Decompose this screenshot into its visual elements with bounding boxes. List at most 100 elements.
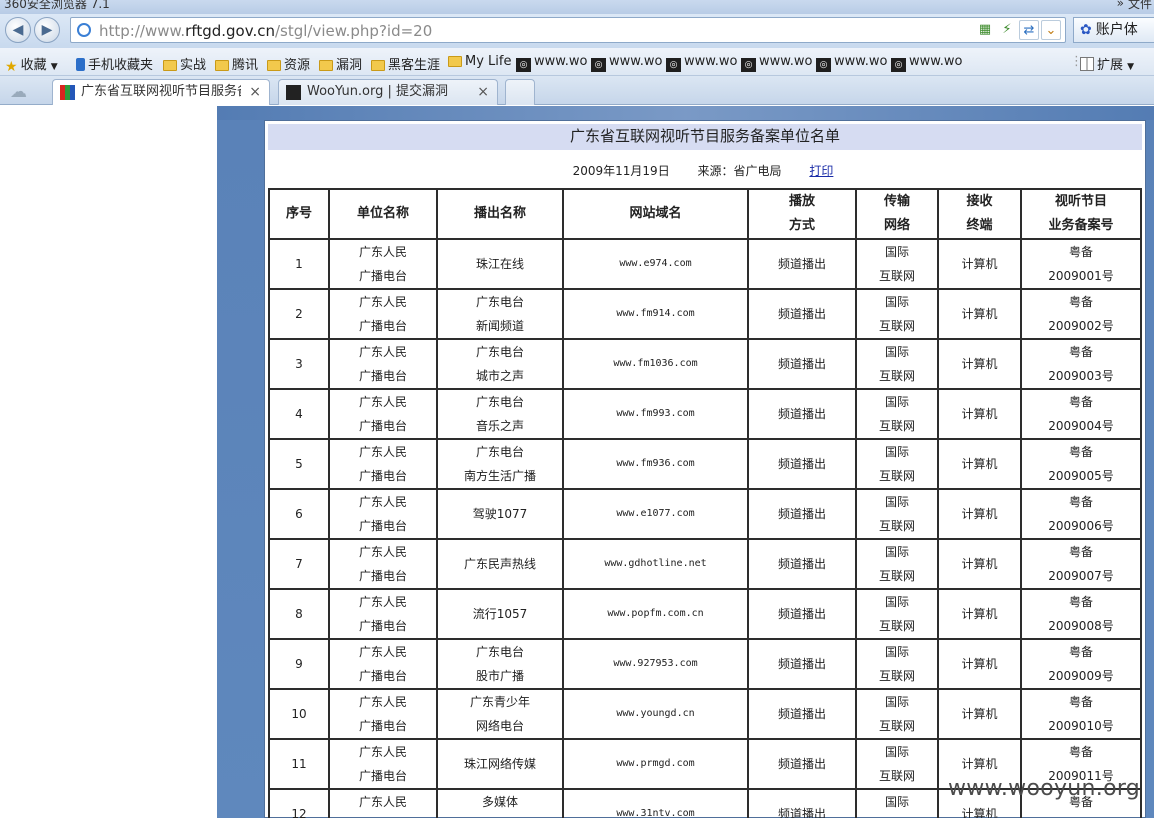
- cell-record-number: 粤备 2009003号: [1020, 338, 1142, 390]
- cell-broadcast-name: 广东电台 音乐之声: [436, 388, 564, 440]
- cell-number: 2: [268, 288, 330, 340]
- back-button[interactable]: ◀: [5, 17, 31, 43]
- bookmark-folder-tengxun[interactable]: 腾讯: [215, 54, 258, 73]
- cell-unit-name-line: 广东人民: [358, 645, 407, 659]
- forward-button[interactable]: ▶: [34, 17, 60, 43]
- cell-network-line: 国际: [884, 345, 909, 359]
- close-icon[interactable]: ×: [477, 80, 489, 104]
- address-bar[interactable]: http://www.rftgd.gov.cn/stgl/view.php?id…: [70, 17, 1066, 43]
- menu-file[interactable]: 文件: [1128, 0, 1152, 12]
- table-row: 1 广东人民 广播电台 珠江在线 www.e974.com 频道播出 国际 互联网 计算机 粤备 2…: [268, 238, 1142, 290]
- sync-icon[interactable]: ⇄: [1019, 20, 1039, 40]
- cell-broadcast-name: 广东青少年 网络电台: [436, 688, 564, 740]
- bookmark-favorites[interactable]: ★ 收藏 ▼: [5, 54, 58, 75]
- cell-unit-name-line: 广东人民: [358, 395, 407, 409]
- bookmark-wooyun-6[interactable]: ◎ www.wo: [891, 54, 962, 72]
- page-info-icon[interactable]: [77, 23, 91, 37]
- cell-record-number: 粤备 2009007号: [1020, 538, 1142, 590]
- cell-record-number: 粤备 2009010号: [1020, 688, 1142, 740]
- table-header-row: 序号 单位名称 播出名称 网站域名 播放 方式 传输 网络 接收 终端 视听节目 业务备案号: [268, 188, 1142, 240]
- new-tab-button[interactable]: [505, 79, 535, 105]
- cell-unit-name-line: 广播电台: [358, 319, 407, 333]
- bookmark-label: 漏洞: [336, 58, 363, 73]
- url-domain: rftgd.gov.cn: [185, 22, 275, 40]
- bookmark-wooyun-5[interactable]: ◎ www.wo: [816, 54, 887, 72]
- paw-icon: ✿: [1080, 22, 1092, 38]
- table-row: 6 广东人民 广播电台 驾驶1077 www.e1077.com 频道播出 国际 互联网 计算机…: [268, 488, 1142, 540]
- bookmark-label: 收藏: [20, 58, 47, 73]
- cell-terminal: 计算机: [937, 688, 1022, 740]
- wooyun-icon: ◎: [591, 58, 606, 72]
- bookmark-mobile-favorites[interactable]: 手机收藏夹: [76, 54, 153, 73]
- column-header-text: 视听节目: [1054, 194, 1107, 209]
- cell-network-line: 互联网: [878, 519, 915, 533]
- table-row: 8 广东人民 广播电台 流行1057 www.popfm.com.cn 频道播出 国际 互联网…: [268, 588, 1142, 640]
- cell-number: 3: [268, 338, 330, 390]
- column-header: 传输 网络: [855, 188, 939, 240]
- cell-record-number-line: 粤备: [1068, 245, 1093, 259]
- menu-overflow-chevron[interactable]: »: [1117, 0, 1124, 10]
- cell-terminal: 计算机: [937, 538, 1022, 590]
- bookmark-folder-ziyuan[interactable]: 资源: [267, 54, 310, 73]
- bookmark-wooyun-1[interactable]: ◎ www.wo: [516, 54, 587, 72]
- bookmark-folder-loudong[interactable]: 漏洞: [319, 54, 362, 73]
- cell-record-number: 粤备 2009009号: [1020, 638, 1142, 690]
- bookmark-folder-shizhan[interactable]: 实战: [163, 54, 206, 73]
- wooyun-icon: ◎: [516, 58, 531, 72]
- extensions-grid-icon: [1080, 57, 1094, 71]
- bookmark-folder-mylife[interactable]: My Life: [448, 54, 511, 69]
- cell-record-number-line: 2009005号: [1048, 469, 1114, 483]
- account-button[interactable]: ✿ 账户体: [1073, 17, 1154, 43]
- cell-unit-name: 广东人民广播电台: [328, 238, 438, 290]
- column-header: 接收 终端: [937, 188, 1022, 240]
- extensions-button[interactable]: 扩展 ▼: [1080, 54, 1134, 73]
- cell-play-mode: 频道播出: [747, 588, 857, 640]
- watermark: www.wooyun.org: [948, 776, 1141, 801]
- bookmark-label: www.wo: [684, 54, 738, 69]
- cell-number: 7: [268, 538, 330, 590]
- phone-icon: [76, 58, 85, 71]
- cell-record-number-line: 2009009号: [1048, 669, 1114, 683]
- url-text[interactable]: http://www.rftgd.gov.cn/stgl/view.php?id…: [99, 22, 432, 40]
- cell-number: 11: [268, 738, 330, 790]
- tab-rftgd[interactable]: 广东省互联网视听节目服务备案 ×: [52, 79, 270, 105]
- cell-unit-name-line: 广东人民: [358, 545, 407, 559]
- back-arrow-icon: ◀: [12, 22, 24, 38]
- wooyun-icon: ◎: [816, 58, 831, 72]
- bookmark-wooyun-3[interactable]: ◎ www.wo: [666, 54, 737, 72]
- bookmark-label: www.wo: [759, 54, 813, 69]
- cell-record-number-line: 粤备: [1068, 545, 1093, 559]
- cell-play-mode: 频道播出: [747, 438, 857, 490]
- print-link[interactable]: 打印: [809, 164, 833, 178]
- close-icon[interactable]: ×: [249, 80, 261, 104]
- cell-broadcast-name-line: 珠江在线: [475, 257, 524, 271]
- bookmark-wooyun-2[interactable]: ◎ www.wo: [591, 54, 662, 72]
- cell-network: 国际互联网: [855, 238, 939, 290]
- table-row: 10 广东人民 广播电台 广东青少年 网络电台 www.youngd.cn 频道播出 国际 互联…: [268, 688, 1142, 740]
- cloud-icon[interactable]: ☁: [10, 82, 27, 102]
- bookmark-wooyun-4[interactable]: ◎ www.wo: [741, 54, 812, 72]
- cell-broadcast-name: 流行1057: [436, 588, 564, 640]
- table-row: 4 广东人民 广播电台 广东电台 音乐之声 www.fm993.com 频道播出 国际 互联网计…: [268, 388, 1142, 440]
- lightning-icon[interactable]: ⚡: [997, 20, 1017, 40]
- extensions-label: 扩展: [1097, 58, 1124, 73]
- bookmark-folder-heike[interactable]: 黑客生涯: [371, 54, 440, 73]
- tab-label: WooYun.org | 提交漏洞: [307, 84, 449, 99]
- column-header: 播出名称: [436, 188, 564, 240]
- cell-terminal: 计算机: [937, 238, 1022, 290]
- tab-wooyun[interactable]: WooYun.org | 提交漏洞 ×: [278, 79, 498, 105]
- cell-play-mode: 频道播出: [747, 488, 857, 540]
- qr-code-icon[interactable]: ▦: [975, 20, 995, 40]
- column-header-text: 播出名称: [473, 206, 526, 221]
- column-header: 视听节目 业务备案号: [1020, 188, 1142, 240]
- dropdown-icon[interactable]: ⌄: [1041, 20, 1061, 40]
- cell-record-number: 粤备 2009005号: [1020, 438, 1142, 490]
- table-row: 3 广东人民 广播电台 广东电台 城市之声 www.fm1036.com 频道播出 国际 互联网…: [268, 338, 1142, 390]
- column-header: 网站域名: [562, 188, 749, 240]
- cell-network-line: 互联网: [878, 369, 915, 383]
- cell-record-number: 粤备 2009008号: [1020, 588, 1142, 640]
- cell-record-number-line: 粤备: [1068, 745, 1093, 759]
- cell-broadcast-name: 广东电台 股市广播: [436, 638, 564, 690]
- url-prefix: http://www.: [99, 22, 186, 40]
- cell-unit-name-line: 广东人民: [358, 495, 407, 509]
